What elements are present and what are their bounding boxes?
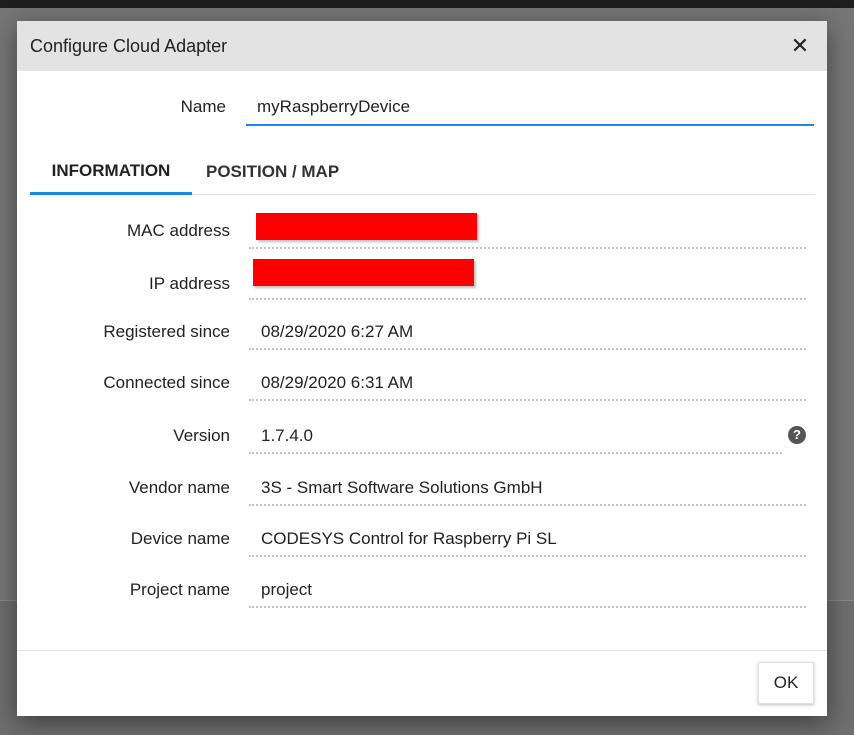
name-label: Name: [180, 97, 226, 116]
device-name-field: CODESYS Control for Raspberry Pi SL: [249, 524, 806, 557]
redaction-box: [253, 259, 474, 286]
footer-divider: [17, 650, 827, 651]
field-row-vendor-name: Vendor name 3S - Smart Software Solution…: [17, 473, 827, 524]
registered-since-label: Registered since: [103, 322, 230, 341]
connected-since-value: 08/29/2020 6:31 AM: [261, 373, 414, 392]
version-field: 1.7.4.0: [249, 421, 782, 454]
ip-address-label: IP address: [149, 274, 230, 293]
field-row-registered-since: Registered since 08/29/2020 6:27 AM: [17, 317, 827, 368]
project-name-label: Project name: [129, 580, 230, 599]
ip-address-field: [249, 259, 806, 300]
field-row-project-name: Project name project: [17, 575, 827, 626]
name-input[interactable]: [246, 90, 814, 126]
background-top-bar: [0, 0, 854, 8]
mac-address-label: MAC address: [127, 221, 230, 240]
project-name-value: project: [261, 580, 313, 599]
tab-information[interactable]: INFORMATION: [30, 149, 192, 195]
connected-since-label: Connected since: [103, 373, 230, 392]
tab-bar: INFORMATION POSITION / MAP: [30, 149, 815, 195]
device-name-label: Device name: [130, 529, 230, 548]
registered-since-value: 08/29/2020 6:27 AM: [261, 322, 414, 341]
connected-since-field: 08/29/2020 6:31 AM: [249, 368, 806, 401]
device-name-value: CODESYS Control for Raspberry Pi SL: [261, 529, 557, 548]
tab-position-map[interactable]: POSITION / MAP: [206, 149, 339, 195]
vendor-name-value: 3S - Smart Software Solutions GmbH: [261, 478, 543, 497]
field-row-device-name: Device name CODESYS Control for Raspberr…: [17, 524, 827, 575]
field-row-connected-since: Connected since 08/29/2020 6:31 AM: [17, 368, 827, 419]
field-row-version: Version 1.7.4.0 ?: [17, 421, 827, 472]
close-button[interactable]: ✕: [787, 33, 813, 59]
help-icon[interactable]: ?: [788, 426, 806, 444]
field-row-ip-address: IP address: [17, 259, 827, 318]
project-name-field: project: [249, 575, 806, 608]
ok-button[interactable]: OK: [758, 662, 814, 704]
name-row: Name: [17, 71, 827, 129]
redaction-box: [256, 213, 477, 240]
registered-since-field: 08/29/2020 6:27 AM: [249, 317, 806, 350]
dialog-titlebar: Configure Cloud Adapter ✕: [17, 21, 827, 71]
configure-cloud-adapter-dialog: Configure Cloud Adapter ✕ Name INFORMATI…: [17, 21, 827, 716]
vendor-name-label: Vendor name: [128, 478, 230, 497]
version-label: Version: [173, 426, 230, 445]
mac-address-field: [249, 213, 806, 249]
dialog-title: Configure Cloud Adapter: [30, 35, 228, 56]
version-value: 1.7.4.0: [261, 426, 313, 445]
close-icon: ✕: [790, 33, 810, 58]
vendor-name-field: 3S - Smart Software Solutions GmbH: [249, 473, 806, 506]
